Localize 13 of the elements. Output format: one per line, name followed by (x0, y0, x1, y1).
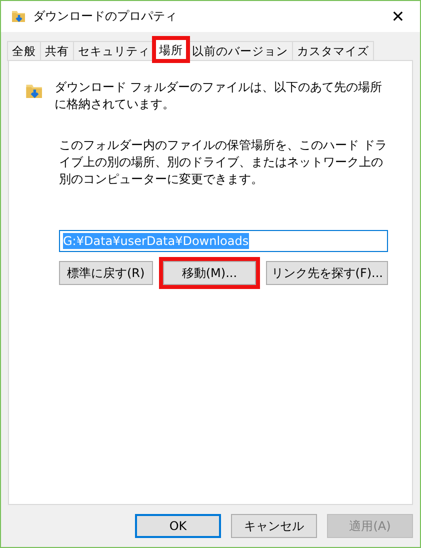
cancel-button[interactable]: キャンセル (231, 514, 317, 538)
location-description: このフォルダー内のファイルの保管場所を、このハード ドライブ上の別の場所、別のドライブ、またはネットワーク上の別のコンピューターに変更できます。 (59, 137, 388, 188)
location-message: ダウンロード フォルダーのファイルは、以下のあて先の場所に格納されています。 (54, 79, 384, 113)
folder-download-icon (11, 8, 27, 24)
ok-button[interactable]: OK (135, 514, 221, 538)
find-target-button[interactable]: リンク先を探す(F)... (266, 261, 388, 285)
tab[interactable]: 場所 (154, 38, 188, 61)
tab[interactable]: カスタマイズ (292, 41, 374, 61)
window-title: ダウンロードのプロパティ (33, 8, 178, 25)
restore-default-button[interactable]: 標準に戻す(R) (59, 261, 153, 285)
move-button[interactable]: 移動(M)... (162, 261, 256, 285)
tab[interactable]: 全般 (7, 41, 41, 61)
close-button[interactable]: ✕ (376, 1, 420, 32)
